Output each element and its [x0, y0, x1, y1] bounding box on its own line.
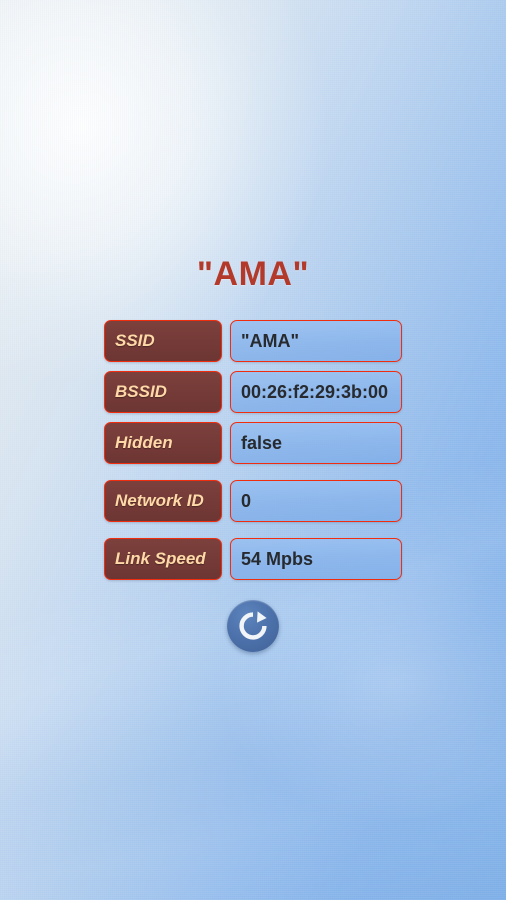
row-value-bssid: 00:26:f2:29:3b:00	[230, 371, 402, 413]
refresh-icon	[235, 608, 271, 644]
row-value-hidden: false	[230, 422, 402, 464]
row-label-network-id: Network ID	[104, 480, 222, 522]
table-row: SSID "AMA"	[104, 320, 404, 362]
row-value-ssid: "AMA"	[230, 320, 402, 362]
refresh-button-container	[0, 600, 506, 652]
row-label-link-speed: Link Speed	[104, 538, 222, 580]
row-value-network-id: 0	[230, 480, 402, 522]
row-label-hidden: Hidden	[104, 422, 222, 464]
wifi-info-screen: "AMA" SSID "AMA" BSSID 00:26:f2:29:3b:00…	[0, 0, 506, 900]
page-title: "AMA"	[196, 255, 310, 293]
table-row: Hidden false	[104, 422, 404, 464]
refresh-button[interactable]	[227, 600, 279, 652]
row-value-link-speed: 54 Mpbs	[230, 538, 402, 580]
table-row: Network ID 0	[104, 480, 404, 522]
network-info-table: SSID "AMA" BSSID 00:26:f2:29:3b:00 Hidde…	[104, 320, 404, 589]
row-label-ssid: SSID	[104, 320, 222, 362]
screen-content: "AMA" SSID "AMA" BSSID 00:26:f2:29:3b:00…	[0, 0, 506, 900]
row-label-bssid: BSSID	[104, 371, 222, 413]
table-row: Link Speed 54 Mpbs	[104, 538, 404, 580]
table-row: BSSID 00:26:f2:29:3b:00	[104, 371, 404, 413]
